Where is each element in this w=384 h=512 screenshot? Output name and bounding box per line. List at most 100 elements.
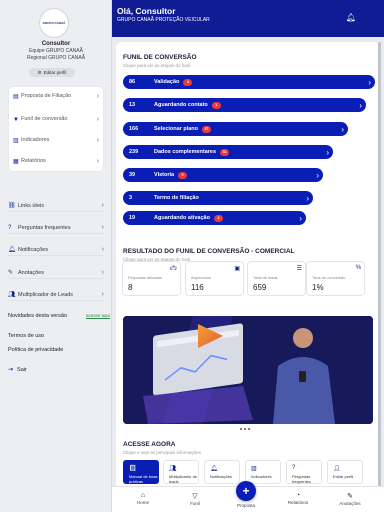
greeting: Olá, Consultor [117,6,176,16]
edit-profile-label: Editar perfil [43,70,67,75]
stat-taxa-conversao: % Taxa de conversão 1% [306,261,365,296]
menu-item-indicators[interactable]: ▥ Indicadores › [13,137,99,144]
carousel-dot[interactable] [240,428,242,430]
quick-perguntas[interactable]: ? Perguntas frequentes [286,460,322,484]
chevron-right-icon: › [96,158,99,165]
stat-value: 8 [128,283,133,292]
funnel-step-value: 166 [129,126,139,132]
chevron-right-icon: › [326,147,329,157]
stat-label: Total de leads [253,275,278,280]
logo-text: GRUPO CANAÃ [42,21,66,25]
nav-label-proposal: Proposta [236,503,255,508]
sidebar-link-notifications[interactable]: 🔔︎ Notificações › [8,244,104,256]
funnel-step-dados-complementares[interactable]: 239 Dados complementares 34 › [123,145,333,159]
menu-item-funnel[interactable]: ▼ Funil de conversão › [13,116,99,123]
news-link[interactable]: acesse aqui [86,313,110,318]
bell-icon: 🔔︎ [8,247,16,253]
scrollbar[interactable] [378,42,381,492]
funnel-step-value: 19 [129,215,136,221]
sidebar-link-faq[interactable]: ? Perguntas frequentes › [8,222,104,234]
menu-item-label: Relatórios [21,158,46,164]
question-icon: ? [292,465,296,471]
edit-profile-button[interactable]: ⚙ Editar perfil [29,68,75,77]
funnel-step-label: Validação [154,79,180,85]
nav-reports[interactable]: ◔ Relatórios [278,492,318,505]
quick-label: Indicadores [251,474,272,479]
privacy-link[interactable]: Política de privacidade [8,347,63,353]
carousel-dot[interactable] [244,428,246,430]
exit-button[interactable]: ⇥ Sair [8,366,27,374]
sidebar-link-notes[interactable]: ✎ Anotações › [8,267,104,279]
funnel-step-value: 239 [129,149,139,155]
nav-notes[interactable]: ✎ Anotações [330,492,370,506]
quick-editar-perfil[interactable]: 👤︎ Editar perfil [327,460,363,484]
nav-home[interactable]: ⌂ Home [123,492,163,505]
quick-notificacoes[interactable]: 🔔︎ Notificações [204,460,240,484]
chevron-right-icon: › [101,291,104,298]
plus-icon: + [242,484,250,498]
terms-link[interactable]: Termos de uso [8,333,44,339]
new-proposal-button[interactable]: + [236,481,256,501]
funnel-step-vistoria[interactable]: 39 Vistoria 9 › [123,168,323,182]
funnel-step-label: Vistoria [154,172,175,178]
quick-manual[interactable]: 📘︎ Manual de boas práticas [123,460,159,484]
user-regional: Regional GRUPO CANAÃ [26,55,86,61]
funnel-step-aguardando-contato[interactable]: 13 Aguardando contato 1 › [123,98,366,112]
sidebar-link-useful[interactable]: ⛓ Links úteis › [8,200,104,212]
logout-icon: ⇥ [8,367,14,373]
funnel-step-termo-filiacao[interactable]: 3 Termo de filiação › [123,191,313,205]
company-name: GRUPO CANAÃ PROTEÇÃO VEICULAR [117,17,210,23]
sidebar-link-label: Perguntas frequentes [18,224,71,231]
nav-label: Home [136,500,149,505]
nav-label: Funil [190,501,200,506]
sidebar-menu-card: ▤ Proposta de Filiação › ▼ Funil de conv… [9,87,103,171]
chart-icon: ▥ [13,138,19,144]
stat-propostas-ativadas: 🚗︎ Propostas ativadas 8 [122,261,181,296]
news-label: Novidades desta versão [8,313,68,319]
chevron-right-icon: › [316,170,319,180]
funnel-step-value: 3 [129,195,133,201]
company-logo: GRUPO CANAÃ [39,8,69,38]
quick-label: Editar perfil [333,474,354,479]
chevron-right-icon: › [306,193,309,203]
carousel-dot[interactable] [248,428,250,430]
funnel-title: FUNIL DE CONVERSÃO [123,54,197,61]
quick-access-title: ACESSE AGORA [123,441,176,448]
promo-banner[interactable] [123,316,373,424]
funnel-step-validacao[interactable]: 86 Validação 4 › [123,75,375,89]
stat-label: Propostas ativadas [128,275,163,280]
funnel-step-label: Aguardando ativação [154,215,210,221]
chevron-right-icon: › [96,137,99,144]
nav-funnel[interactable]: ▽ Funil [175,492,215,506]
car-icon: 🚗︎ [169,266,177,272]
stat-value: 1% [312,283,324,292]
quick-multiplicador[interactable]: 👥︎ Multiplicador de leads [163,460,199,484]
chart-icon: ▥ [251,466,257,472]
chevron-right-icon: › [101,269,104,276]
funnel-step-badge: 1 [211,101,221,109]
menu-item-proposal[interactable]: ▤ Proposta de Filiação › [13,93,99,100]
promo-banner-illustration [123,316,373,424]
report-icon: ▦ [13,159,19,165]
sidebar-link-label: Anotações [18,269,44,276]
funnel-step-label: Dados complementares [154,149,217,155]
gear-icon: ⚙ [37,69,42,75]
funnel-step-badge: 4 [213,214,223,222]
funnel-step-aguardando-ativacao[interactable]: 19 Aguardando ativação 4 › [123,211,306,225]
chevron-right-icon: › [96,93,99,100]
funnel-step-badge: 9 [178,171,188,179]
funnel-step-value: 13 [129,102,136,108]
profile-info: Consultor Equipe GRUPO CANAÃ Regional GR… [0,41,112,61]
exit-label: Sair [17,366,27,373]
sidebar-link-leads[interactable]: 👥︎ Multiplicador de Leads › [8,289,104,301]
carousel-dots[interactable] [240,428,250,430]
chevron-right-icon: › [101,246,104,253]
chevron-right-icon: › [299,213,302,223]
menu-item-reports[interactable]: ▦ Relatórios › [13,158,99,165]
notifications-bell-icon[interactable]: 🔔︎ [346,13,356,22]
quick-indicadores[interactable]: ▥ Indicadores [245,460,281,484]
funnel-step-badge: 4 [183,78,193,86]
quick-label: Manual de boas práticas [129,474,158,484]
chevron-right-icon: › [101,224,104,231]
funnel-step-selecionar-plano[interactable]: 166 Selecionar plano 37 › [123,122,348,136]
